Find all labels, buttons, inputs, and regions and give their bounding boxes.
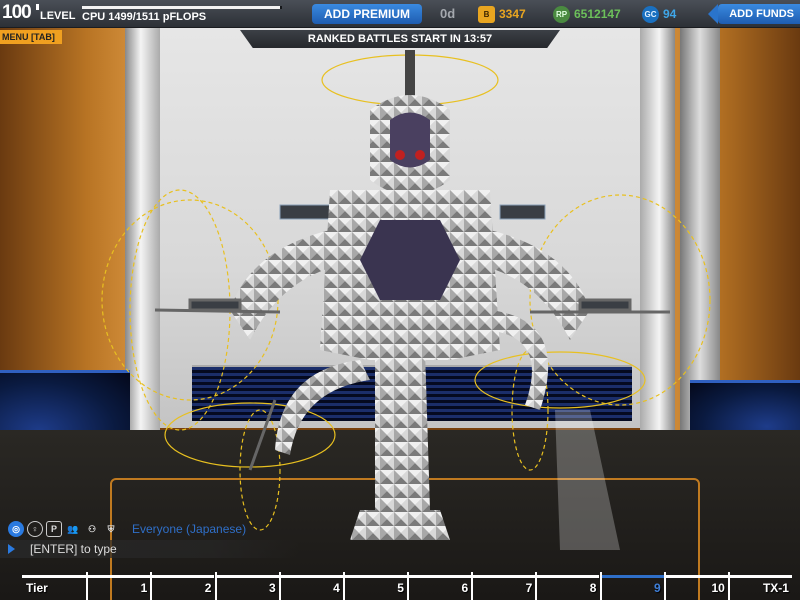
tier-segment-line [537,575,600,578]
tier-segment-line [88,575,151,578]
galaxy-coins-currency: GC 94 [642,4,676,24]
tier-segment-line [216,575,279,578]
robot-model [101,50,711,550]
tier-segment-label: 5 [397,581,404,595]
menu-tab-button[interactable]: MENU [TAB] [0,30,62,44]
tier-segment-line [665,575,728,578]
group-icon[interactable]: ⚇ [84,521,100,537]
tier-segment-line [601,575,664,578]
player-level-number: 100 [2,2,32,23]
chat-channel-name[interactable]: Everyone (Japanese) [132,522,246,536]
ranked-battles-timer: RANKED BATTLES START IN 13:57 [240,30,560,48]
tier-segment-label: TX-1 [762,581,789,595]
player-level-label: LEVEL [40,10,76,22]
person-icon[interactable]: ♀ [27,521,43,537]
top-hud-bar: 100 LEVEL CPU 1499/1511 pFLOPS ADD PREMI… [0,0,800,28]
tier-segment-line [473,575,536,578]
robopoints-icon: RP [553,5,570,23]
tier-segment-label: 8 [589,581,597,595]
level-tick [36,4,39,10]
tier-segment-line [152,575,215,578]
tier-segment-label: 7 [525,581,533,595]
tier-segment[interactable]: 3 [214,572,279,600]
p-icon[interactable]: P [46,521,62,537]
tier-segment[interactable]: 7 [471,572,536,600]
tier-segment-label: Tier [26,581,48,595]
tier-segment-line [344,575,407,578]
tier-segment-label: 10 [711,581,725,595]
tier-segment-line [280,575,343,578]
add-funds-button[interactable]: ADD FUNDS [708,4,800,24]
tier-segment[interactable]: 10 [663,572,728,600]
bits-currency-icon: B [478,5,495,23]
tier-segment[interactable]: 2 [150,572,215,600]
cpu-usage-text: CPU 1499/1511 pFLOPS [82,11,207,23]
tier-segment-label: 9 [653,581,661,595]
friends-icon[interactable]: 👥 [65,521,81,537]
tier-segment-label: 4 [333,581,340,595]
chat-channel-bar: ◎ ♀ P 👥 ⚇ ⛨ Everyone (Japanese) [8,520,246,538]
cpu-usage-bar [82,6,282,9]
tier-segment-label: 1 [140,581,148,595]
tier-segment[interactable]: 8 [535,572,600,600]
tier-segment[interactable]: 5 [342,572,407,600]
tier-segment-line [729,575,792,578]
tier-segment-label: 6 [461,581,469,595]
tier-segment[interactable]: 6 [407,572,472,600]
tier-segment[interactable]: 4 [278,572,343,600]
robopoints-currency: RP 6512147 [553,4,621,24]
bits-value: 3347 [499,7,526,21]
premium-days-remaining: 0d [440,6,456,21]
tier-segment-label: 2 [204,581,212,595]
bits-currency: B 3347 [478,4,526,24]
chat-input-hint: [ENTER] to type [30,542,117,556]
clan-icon[interactable]: ⛨ [103,521,119,537]
tier-segment[interactable]: TX-1 [727,572,792,600]
galaxy-coins-icon: GC [642,5,659,23]
globe-icon[interactable]: ◎ [8,521,24,537]
chat-caret-icon [8,544,15,554]
tier-segment-line [409,575,472,578]
tier-segment-label: 3 [268,581,276,595]
garage-scene [0,0,800,600]
robopoints-value: 6512147 [574,7,621,21]
tier-label-segment: Tier [22,572,87,600]
galaxy-coins-value: 94 [663,7,677,21]
add-premium-button[interactable]: ADD PREMIUM [312,4,422,24]
tier-segment-line [22,575,87,578]
cpu-usage-fill [82,6,281,9]
tier-segment[interactable]: 1 [86,572,151,600]
chat-input[interactable]: [ENTER] to type [0,540,300,558]
tier-segment[interactable]: 9 [599,572,664,600]
tier-selector: Tier 1 2 3 4 5 6 7 8 9 10 TX-1 [22,572,792,600]
